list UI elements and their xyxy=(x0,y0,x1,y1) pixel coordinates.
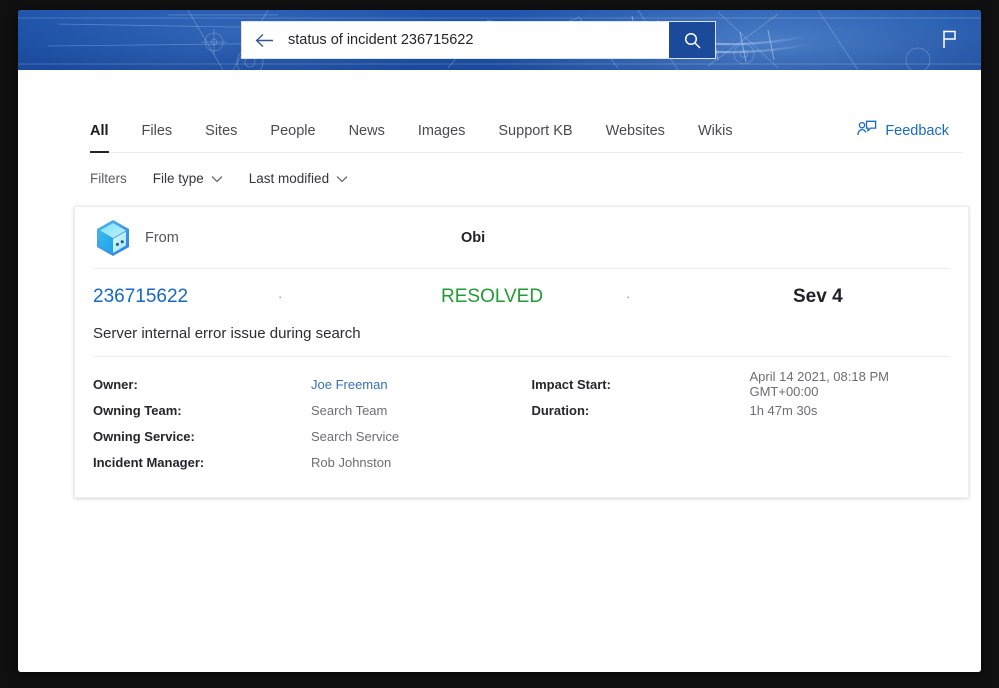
flag-icon[interactable] xyxy=(935,24,965,54)
filters-bar: Filters File type Last modified xyxy=(18,153,981,186)
source-name: Obi xyxy=(461,229,486,246)
back-arrow-icon[interactable] xyxy=(242,22,286,58)
detail-key: Owner: xyxy=(93,376,138,392)
tab-wikis[interactable]: Wikis xyxy=(698,123,733,153)
detail-value: April 14 2021, 08:18 PM GMT+00:00 xyxy=(749,369,889,399)
status-badge: RESOLVED xyxy=(441,286,544,307)
filter-file-type-label: File type xyxy=(152,171,204,186)
detail-key: Incident Manager: xyxy=(93,454,205,470)
details-column-right: Impact Start: April 14 2021, 08:18 PM GM… xyxy=(531,369,950,475)
blueprint-banner xyxy=(18,10,981,70)
feedback-person-icon xyxy=(857,120,877,141)
detail-value: Search Team xyxy=(311,402,388,418)
filter-last-modified[interactable]: Last modified xyxy=(249,171,348,186)
incident-summary-row: 236715622 · RESOLVED · Sev 4 xyxy=(93,269,950,325)
tab-news[interactable]: News xyxy=(349,123,385,153)
results-page: All Files Sites People News Images Suppo… xyxy=(18,103,981,672)
detail-value: Rob Johnston xyxy=(311,454,392,470)
tab-sites[interactable]: Sites xyxy=(205,123,237,153)
from-label: From xyxy=(145,229,179,246)
incident-id-link[interactable]: 236715622 xyxy=(93,286,188,308)
tab-websites[interactable]: Websites xyxy=(606,123,665,153)
detail-owner: Owner: Joe Freeman xyxy=(93,371,531,397)
search-bar[interactable] xyxy=(241,21,716,59)
detail-owning-team: Owning Team: Search Team xyxy=(93,397,531,423)
feedback-button[interactable]: Feedback xyxy=(857,120,949,141)
filter-last-modified-label: Last modified xyxy=(248,171,330,186)
tab-all[interactable]: All xyxy=(90,123,109,153)
tab-support-kb[interactable]: Support KB xyxy=(498,123,572,153)
search-input[interactable] xyxy=(286,22,669,58)
detail-duration: Duration: 1h 47m 30s xyxy=(531,397,950,423)
filter-file-type[interactable]: File type xyxy=(153,171,223,186)
details-column-left: Owner: Joe Freeman Owning Team: Search T… xyxy=(93,371,531,475)
separator-dot: · xyxy=(626,288,631,304)
filters-label: Filters xyxy=(90,171,127,186)
card-header: From Obi xyxy=(93,207,950,269)
incident-details: Owner: Joe Freeman Owning Team: Search T… xyxy=(93,357,950,475)
detail-key: Owning Team: xyxy=(93,402,182,418)
app-window: All Files Sites People News Images Suppo… xyxy=(18,10,981,672)
screen: All Files Sites People News Images Suppo… xyxy=(0,0,999,688)
separator-dot: · xyxy=(278,288,283,304)
detail-key: Impact Start: xyxy=(531,376,611,392)
incident-title: Server internal error issue during searc… xyxy=(93,325,950,357)
severity-label: Sev 4 xyxy=(793,286,843,307)
incident-result-card: From Obi 236715622 · RESOLVED · Sev 4 Se… xyxy=(74,206,969,498)
detail-value: 1h 47m 30s xyxy=(749,402,818,418)
vertical-tabs: All Files Sites People News Images Suppo… xyxy=(18,103,981,153)
chevron-down-icon xyxy=(336,171,348,186)
detail-impact-start: Impact Start: April 14 2021, 08:18 PM GM… xyxy=(531,369,950,399)
search-icon[interactable] xyxy=(669,22,715,58)
tab-files[interactable]: Files xyxy=(142,123,173,153)
owner-link[interactable]: Joe Freeman xyxy=(311,377,388,392)
obi-cube-icon xyxy=(93,218,133,258)
tab-images[interactable]: Images xyxy=(418,123,466,153)
chevron-down-icon xyxy=(211,171,223,186)
detail-value: Search Service xyxy=(311,428,400,444)
tab-people[interactable]: People xyxy=(270,123,315,153)
detail-incident-manager: Incident Manager: Rob Johnston xyxy=(93,449,531,475)
detail-key: Duration: xyxy=(531,402,590,418)
detail-owning-service: Owning Service: Search Service xyxy=(93,423,531,449)
detail-key: Owning Service: xyxy=(93,428,195,444)
feedback-label: Feedback xyxy=(885,122,949,139)
